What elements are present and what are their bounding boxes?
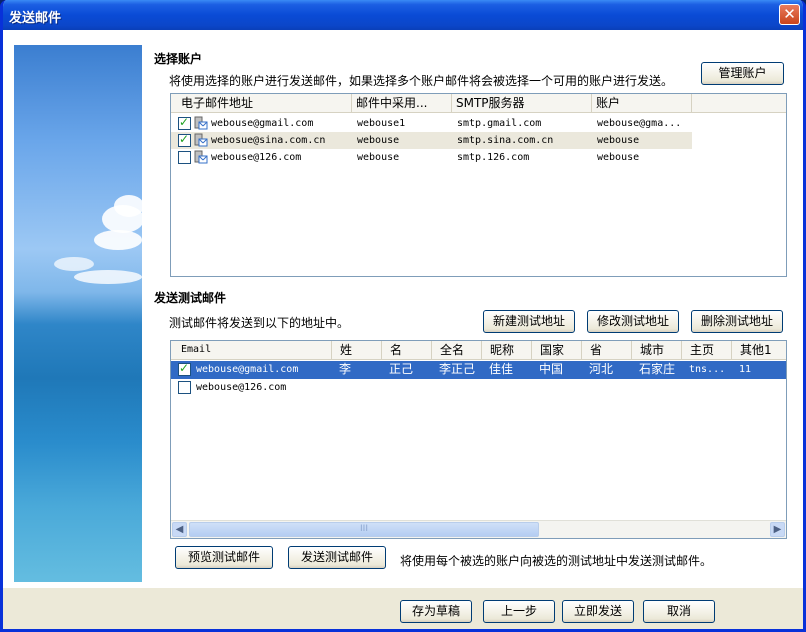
test-province: 河北 <box>589 362 614 376</box>
send-now-button[interactable]: 立即发送 <box>562 600 634 623</box>
test-full-name: 李正己 <box>439 362 476 376</box>
test-description: 测试邮件将发送到以下的地址中。 <box>169 316 350 330</box>
account-smtp: smtp.gmail.com <box>457 118 542 129</box>
send-mail-window: 发送邮件 ✕ 选择账户 将使用选择的账户进行发送邮件，如果选择多个账户邮件将会被… <box>0 0 806 632</box>
scroll-left-arrow-icon[interactable]: ◀ <box>172 522 187 537</box>
column-email[interactable]: 电子邮件地址 <box>171 94 352 112</box>
window-title: 发送邮件 <box>9 11 62 26</box>
account-checkbox[interactable] <box>178 151 191 164</box>
test-homepage: tns... <box>689 364 726 375</box>
account-checkbox[interactable] <box>178 131 191 148</box>
send-test-mail-button[interactable]: 发送测试邮件 <box>288 546 386 569</box>
account-row[interactable]: webouse@126.com webouse smtp.126.com web… <box>171 149 786 166</box>
test-address-checkbox[interactable] <box>178 360 191 377</box>
title-bar[interactable]: 发送邮件 ✕ <box>3 0 803 30</box>
account-id: webouse <box>597 135 640 146</box>
column-homepage[interactable]: 主页 <box>682 341 732 359</box>
test-email: webouse@126.com <box>196 382 287 393</box>
account-name: webouse1 <box>357 118 406 129</box>
account-row[interactable]: webosue@sina.com.cn webouse smtp.sina.co… <box>171 131 692 149</box>
horizontal-scrollbar[interactable]: ◀ III ▶ <box>171 520 786 538</box>
cancel-button[interactable]: 取消 <box>643 600 715 623</box>
test-country: 中国 <box>539 362 564 376</box>
column-city[interactable]: 城市 <box>632 341 682 359</box>
accounts-list[interactable]: 电子邮件地址 邮件中采用... SMTP服务器 账户 webouse@gmail… <box>170 93 787 277</box>
account-email: webosue@sina.com.cn <box>211 135 326 146</box>
edit-test-address-button[interactable]: 修改测试地址 <box>587 310 679 333</box>
test-address-list[interactable]: Email 姓 名 全名 昵称 国家 省 城市 主页 其他1 webouse@g… <box>170 340 787 539</box>
column-other1[interactable]: 其他1 <box>732 341 786 359</box>
account-email: webouse@gmail.com <box>211 118 314 129</box>
accounts-section-title: 选择账户 <box>154 52 203 66</box>
test-other1: 11 <box>739 364 752 375</box>
scroll-right-arrow-icon[interactable]: ▶ <box>770 522 785 537</box>
accounts-list-header: 电子邮件地址 邮件中采用... SMTP服务器 账户 <box>171 94 786 113</box>
delete-test-address-button[interactable]: 删除测试地址 <box>691 310 783 333</box>
account-row[interactable]: webouse@gmail.com webouse1 smtp.gmail.co… <box>171 114 786 132</box>
manage-accounts-button[interactable]: 管理账户 <box>701 62 784 85</box>
test-email: webouse@gmail.com <box>196 364 299 375</box>
new-test-address-button[interactable]: 新建测试地址 <box>483 310 575 333</box>
account-name: webouse <box>357 152 400 163</box>
sidebar-banner-image <box>14 45 144 582</box>
test-nickname: 佳佳 <box>489 362 514 376</box>
column-first-name[interactable]: 名 <box>382 341 432 359</box>
column-email[interactable]: Email <box>171 341 332 359</box>
account-smtp: smtp.126.com <box>457 152 530 163</box>
account-name: webouse <box>357 135 400 146</box>
test-address-row-selected[interactable]: webouse@gmail.com 李 正己 李正己 佳佳 中国 河北 石家庄 … <box>171 360 786 379</box>
account-server-icon <box>194 116 208 130</box>
column-account[interactable]: 账户 <box>592 94 692 112</box>
test-city: 石家庄 <box>639 362 676 376</box>
send-test-note: 将使用每个被选的账户向被选的测试地址中发送测试邮件。 <box>400 554 713 568</box>
column-full-name[interactable]: 全名 <box>432 341 482 359</box>
close-button[interactable]: ✕ <box>779 4 800 25</box>
test-list-header: Email 姓 名 全名 昵称 国家 省 城市 主页 其他1 <box>171 341 786 360</box>
column-country[interactable]: 国家 <box>532 341 582 359</box>
save-draft-button[interactable]: 存为草稿 <box>400 600 472 623</box>
test-section-title: 发送测试邮件 <box>154 291 227 305</box>
column-nickname[interactable]: 昵称 <box>482 341 532 359</box>
test-address-checkbox[interactable] <box>178 381 191 394</box>
column-province[interactable]: 省 <box>582 341 632 359</box>
account-checkbox[interactable] <box>178 114 191 131</box>
previous-button[interactable]: 上一步 <box>483 600 555 623</box>
accounts-description: 将使用选择的账户进行发送邮件，如果选择多个账户邮件将会被选择一个可用的账户进行发… <box>169 74 674 88</box>
column-smtp[interactable]: SMTP服务器 <box>452 94 592 112</box>
account-id: webouse@gma... <box>597 118 682 129</box>
scroll-thumb[interactable]: III <box>189 522 539 537</box>
column-display-name[interactable]: 邮件中采用... <box>352 94 452 112</box>
account-server-icon <box>194 150 208 164</box>
account-id: webouse <box>597 152 640 163</box>
account-email: webouse@126.com <box>211 152 302 163</box>
account-smtp: smtp.sina.com.cn <box>457 135 554 146</box>
preview-test-mail-button[interactable]: 预览测试邮件 <box>175 546 273 569</box>
account-server-icon <box>194 133 208 147</box>
column-last-name[interactable]: 姓 <box>332 341 382 359</box>
test-address-row[interactable]: webouse@126.com <box>171 379 786 396</box>
test-last-name: 李 <box>339 362 352 376</box>
test-first-name: 正己 <box>389 362 414 376</box>
